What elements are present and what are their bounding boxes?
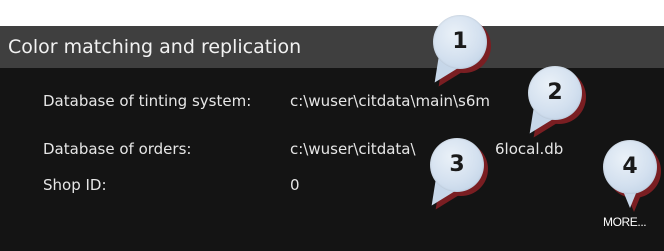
callout-marker-4: 4 (603, 140, 663, 212)
tinting-db-label: Database of tinting system: (43, 92, 252, 110)
orders-db-path-start: c:\wuser\citdata\ (290, 140, 416, 158)
color-matching-panel: Color matching and replication Database … (0, 26, 664, 251)
orders-db-path: c:\wuser\citdata\ 6local.db (290, 140, 563, 158)
callout-number: 3 (449, 152, 465, 177)
callout-number: 4 (622, 154, 638, 179)
callout-marker-2: 2 (521, 66, 588, 145)
shop-id-value: 0 (290, 176, 300, 194)
callout-number: 2 (547, 80, 563, 105)
panel-title: Color matching and replication (0, 26, 664, 68)
callout-number: 1 (452, 29, 468, 54)
callout-marker-1: 1 (426, 15, 493, 94)
shop-id-label: Shop ID: (43, 176, 107, 194)
callout-marker-3: 3 (423, 138, 490, 217)
more-button[interactable]: MORE... (603, 215, 647, 229)
orders-db-label: Database of orders: (43, 140, 192, 158)
tinting-db-path: c:\wuser\citdata\main\s6m (290, 92, 491, 110)
orders-db-path-end: 6local.db (495, 140, 564, 158)
